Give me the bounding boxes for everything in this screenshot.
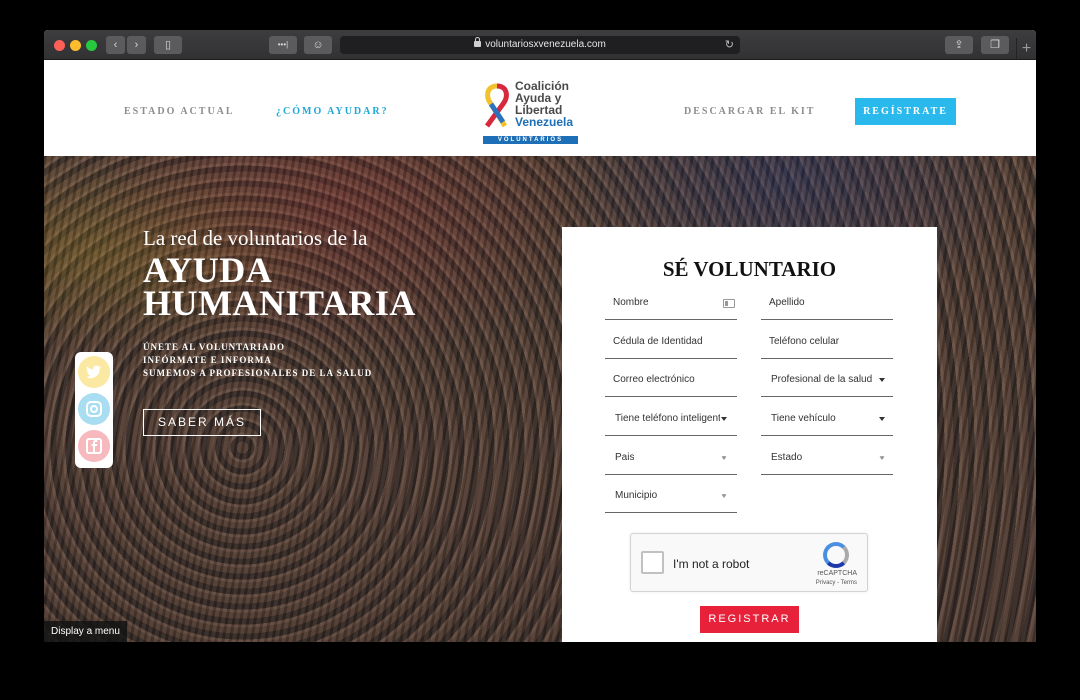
lock-icon <box>474 37 482 47</box>
nav-descargar-kit[interactable]: DESCARGAR EL KIT <box>684 106 815 117</box>
url-text: voluntariosxvenezuela.com <box>485 39 606 50</box>
telefono-field[interactable]: Teléfono celular <box>761 334 893 359</box>
extension-button[interactable]: ☺ <box>304 36 332 54</box>
hero-title: AYUDA HUMANITARIA <box>143 250 416 323</box>
sidebar-icon: ▯ <box>164 39 172 51</box>
cedula-field[interactable]: Cédula de Identidad <box>605 334 737 359</box>
share-icon: ⇪ <box>954 39 964 51</box>
profesional-select[interactable]: Profesional de la salud <box>761 372 893 397</box>
chevron-down-icon <box>879 456 885 460</box>
nav-estado-actual[interactable]: ESTADO ACTUAL <box>124 106 235 117</box>
recaptcha-brand: reCAPTCHA <box>817 570 857 577</box>
new-tab-button[interactable]: + <box>1016 38 1036 60</box>
back-button[interactable]: ‹ <box>106 36 125 54</box>
chevron-left-icon: ‹ <box>113 39 118 51</box>
contact-card-icon <box>723 299 735 308</box>
chevron-down-icon <box>721 456 727 460</box>
municipio-select[interactable]: Municipio <box>605 488 737 513</box>
address-bar[interactable]: voluntariosxvenezuela.com ↻ <box>340 36 740 54</box>
chevron-down-icon <box>721 494 727 498</box>
register-nav-button[interactable]: REGÍSTRATE <box>855 98 956 125</box>
minimize-window-button[interactable] <box>70 40 81 51</box>
site-header: ESTADO ACTUAL ¿CÓMO AYUDAR? Coalición Ay… <box>44 60 1036 156</box>
facebook-icon[interactable] <box>78 430 110 462</box>
chevron-down-icon <box>879 378 885 382</box>
site-logo[interactable]: Coalición Ayuda y Libertad Venezuela VOL… <box>481 78 581 146</box>
tabs-button[interactable]: ❐ <box>981 36 1009 54</box>
estado-select[interactable]: Estado <box>761 450 893 475</box>
nombre-field[interactable]: Nombre <box>605 295 737 320</box>
ribbon-icon <box>484 83 509 128</box>
browser-window: ‹ › ▯ •••| ☺ voluntariosxvenezuela.com ↻… <box>44 30 1036 642</box>
hero-taglines: ÚNETE AL VOLUNTARIADO INFÓRMATE E INFORM… <box>143 342 373 378</box>
recaptcha-label: I'm not a robot <box>673 557 750 571</box>
saber-mas-button[interactable]: SABER MÁS <box>143 409 261 436</box>
logo-text: Coalición Ayuda y Libertad Venezuela <box>515 79 574 129</box>
instagram-icon[interactable] <box>78 393 110 425</box>
share-button[interactable]: ⇪ <box>945 36 973 54</box>
pais-select[interactable]: Pais <box>605 450 737 475</box>
logo-subtitle: VOLUNTARIOS <box>483 136 578 144</box>
recaptcha-icon <box>823 542 849 568</box>
tabs-icon: ❐ <box>990 39 1000 51</box>
forward-button[interactable]: › <box>127 36 146 54</box>
nav-como-ayudar[interactable]: ¿CÓMO AYUDAR? <box>276 106 389 117</box>
twitter-icon[interactable] <box>78 356 110 388</box>
correo-field[interactable]: Correo electrónico <box>605 372 737 397</box>
zoom-window-button[interactable] <box>86 40 97 51</box>
browser-toolbar: ‹ › ▯ •••| ☺ voluntariosxvenezuela.com ↻… <box>44 30 1036 60</box>
vehiculo-select[interactable]: Tiene vehículo <box>761 411 893 436</box>
hero-pretitle: La red de voluntarios de la <box>143 226 368 250</box>
smartphone-select[interactable]: Tiene teléfono inteligente <box>605 411 737 436</box>
recaptcha-checkbox[interactable] <box>641 551 664 574</box>
registrar-button[interactable]: REGISTRAR <box>700 606 799 633</box>
chevron-down-icon <box>721 417 727 421</box>
sidebar-button[interactable]: ▯ <box>154 36 182 54</box>
recaptcha-widget: I'm not a robot reCAPTCHA Privacy - Term… <box>630 533 868 592</box>
close-window-button[interactable] <box>54 40 65 51</box>
reload-icon[interactable]: ↻ <box>725 36 734 54</box>
form-title: SÉ VOLUNTARIO <box>662 257 837 281</box>
volunteer-form: SÉ VOLUNTARIO Nombre Apellido Cédula de … <box>562 227 937 642</box>
recaptcha-links[interactable]: Privacy - Terms <box>816 580 857 586</box>
apellido-field[interactable]: Apellido <box>761 295 893 320</box>
ghost-icon: ☺ <box>312 39 324 51</box>
chevron-right-icon: › <box>134 39 139 51</box>
reader-button[interactable]: •••| <box>269 36 297 54</box>
chevron-down-icon <box>879 417 885 421</box>
menu-tooltip: Display a menu <box>44 621 127 642</box>
hero-section: La red de voluntarios de la AYUDA HUMANI… <box>44 156 1036 642</box>
social-share-bar <box>75 352 113 468</box>
